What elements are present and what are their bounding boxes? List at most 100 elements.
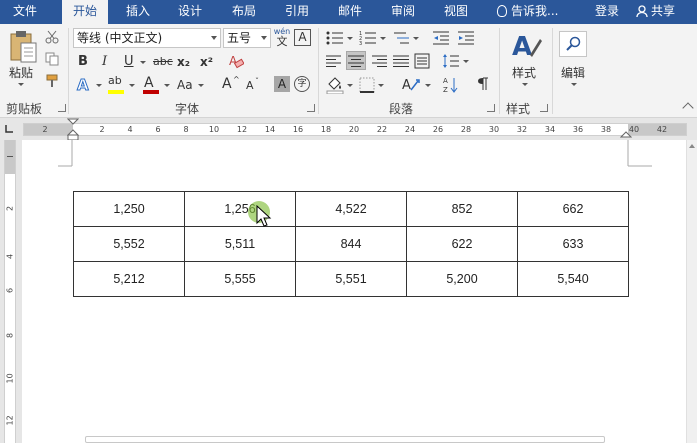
shading-chevron-icon[interactable]: [347, 84, 353, 87]
table-cell[interactable]: 1,256: [184, 191, 296, 227]
copy-icon[interactable]: [45, 52, 59, 66]
table-cell[interactable]: 1,250: [73, 191, 185, 227]
highlight-button[interactable]: ab: [108, 74, 122, 87]
underline-chevron-icon[interactable]: [140, 61, 146, 64]
font-color-chevron-icon[interactable]: [164, 84, 170, 87]
tab-review[interactable]: 审阅: [381, 0, 425, 24]
horizontal-scrollbar[interactable]: [85, 436, 605, 443]
horizontal-ruler[interactable]: 2 2 4 6 8 10 12 14 16 18 20 22 24 26 28 …: [23, 123, 687, 136]
table-cell[interactable]: 5,200: [406, 261, 518, 297]
bold-button[interactable]: B: [78, 54, 88, 70]
justify-icon[interactable]: [393, 54, 409, 68]
align-left-icon[interactable]: [326, 54, 342, 68]
superscript-button[interactable]: x²: [200, 54, 213, 70]
borders-chevron-icon[interactable]: [378, 84, 384, 87]
show-hide-marks-icon[interactable]: [476, 76, 490, 92]
table-cell[interactable]: 5,212: [73, 261, 185, 297]
chinese-layout-chevron-icon[interactable]: [425, 84, 431, 87]
table-cell[interactable]: 844: [295, 226, 407, 262]
paste-dropdown-chevron-icon[interactable]: [18, 83, 24, 86]
shading-icon[interactable]: [326, 76, 344, 94]
char-shading-button[interactable]: A: [274, 76, 290, 92]
styles-chevron-icon[interactable]: [522, 83, 528, 86]
tab-selector-icon[interactable]: [4, 124, 14, 134]
collapse-ribbon-icon[interactable]: [682, 102, 694, 114]
table-cell[interactable]: 662: [517, 191, 629, 227]
clear-formatting-icon[interactable]: A: [228, 53, 244, 69]
vertical-scrollbar[interactable]: [686, 140, 697, 443]
styles-launcher-icon[interactable]: [540, 104, 548, 112]
tab-mailings[interactable]: 邮件: [328, 0, 372, 24]
enclose-char-button[interactable]: 字: [294, 76, 310, 92]
numbering-chevron-icon[interactable]: [380, 37, 386, 40]
table-cell[interactable]: 852: [406, 191, 518, 227]
login-button[interactable]: 登录: [595, 0, 619, 24]
increase-indent-icon[interactable]: [457, 30, 475, 46]
paragraph-launcher-icon[interactable]: [487, 104, 495, 112]
table-cell[interactable]: 622: [406, 226, 518, 262]
subscript-button[interactable]: x₂: [177, 54, 190, 70]
change-case-button[interactable]: Aa: [177, 77, 193, 93]
tab-home[interactable]: 开始: [62, 0, 108, 24]
chevron-down-icon: [211, 36, 217, 40]
shrink-font-button[interactable]: A: [246, 78, 254, 94]
change-case-chevron-icon[interactable]: [198, 84, 204, 87]
underline-button[interactable]: U: [124, 54, 134, 70]
caret-down-icon: ˇ: [255, 77, 259, 86]
char-border-button[interactable]: A: [294, 29, 311, 46]
tab-references[interactable]: 引用: [275, 0, 319, 24]
highlight-chevron-icon[interactable]: [129, 84, 135, 87]
tab-insert[interactable]: 插入: [116, 0, 160, 24]
table-cell[interactable]: 5,511: [184, 226, 296, 262]
vruler-number: 12: [5, 415, 15, 426]
paste-icon[interactable]: [8, 30, 38, 64]
tab-design[interactable]: 设计: [168, 0, 212, 24]
indent-marker-icon[interactable]: [67, 118, 79, 142]
multilevel-chevron-icon[interactable]: [413, 37, 419, 40]
borders-icon[interactable]: [359, 77, 375, 93]
sort-icon[interactable]: AZ: [443, 76, 459, 94]
italic-button[interactable]: I: [102, 54, 107, 70]
grow-font-button[interactable]: A: [222, 76, 232, 92]
tab-file[interactable]: 文件: [0, 0, 50, 24]
table-cell[interactable]: 5,555: [184, 261, 296, 297]
line-spacing-chevron-icon[interactable]: [463, 60, 469, 63]
text-effects-chevron-icon[interactable]: [96, 84, 102, 87]
bullets-chevron-icon[interactable]: [347, 37, 353, 40]
tab-layout[interactable]: 布局: [222, 0, 266, 24]
table-cell[interactable]: 4,522: [295, 191, 407, 227]
text-effects-icon[interactable]: A: [76, 76, 92, 94]
tab-view[interactable]: 视图: [434, 0, 478, 24]
table-cell[interactable]: 633: [517, 226, 629, 262]
right-indent-marker-icon[interactable]: [620, 128, 632, 138]
multilevel-list-icon[interactable]: [392, 30, 410, 46]
distributed-icon[interactable]: [414, 53, 430, 69]
clipboard-launcher-icon[interactable]: [58, 104, 66, 112]
vertical-ruler[interactable]: 2 4 6 8 10 12: [4, 140, 16, 443]
align-center-icon[interactable]: [348, 54, 364, 68]
decrease-indent-icon[interactable]: [432, 30, 450, 46]
tell-me-box[interactable]: 告诉我...: [497, 0, 558, 24]
font-launcher-icon[interactable]: [307, 104, 315, 112]
styles-icon[interactable]: A: [510, 29, 542, 61]
editing-chevron-icon[interactable]: [571, 83, 577, 86]
line-spacing-icon[interactable]: [442, 53, 460, 69]
font-color-button[interactable]: A: [144, 75, 154, 91]
editing-label: 编辑: [561, 66, 586, 80]
cut-icon[interactable]: [45, 30, 59, 44]
phonetic-guide-button[interactable]: wén 文: [273, 27, 291, 49]
align-right-icon[interactable]: [371, 54, 387, 68]
search-icon[interactable]: [566, 36, 582, 52]
table-cell[interactable]: 5,552: [73, 226, 185, 262]
scroll-up-icon[interactable]: [689, 144, 695, 148]
share-button[interactable]: 共享: [636, 0, 675, 24]
strikethrough-button[interactable]: abc: [153, 54, 173, 70]
font-name-combo[interactable]: 等线 (中文正文): [73, 28, 221, 48]
font-size-combo[interactable]: 五号: [223, 28, 271, 48]
table-cell[interactable]: 5,540: [517, 261, 629, 297]
format-painter-icon[interactable]: [45, 74, 59, 88]
numbering-icon[interactable]: 123: [359, 30, 377, 46]
table-cell[interactable]: 5,551: [295, 261, 407, 297]
bullets-icon[interactable]: [326, 30, 344, 46]
chinese-layout-icon[interactable]: A: [401, 76, 421, 94]
